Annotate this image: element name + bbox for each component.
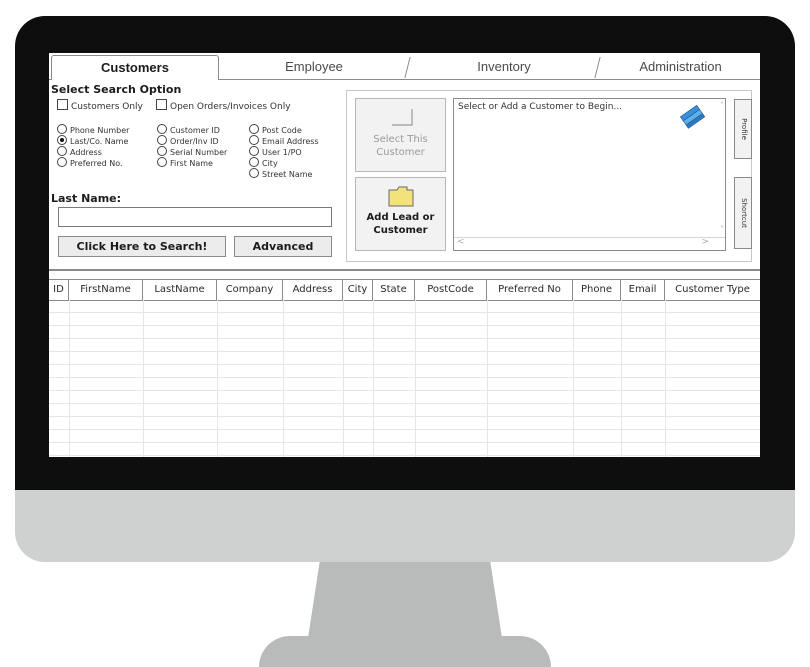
radio-dot — [249, 157, 259, 167]
column-header[interactable]: PostCode — [415, 280, 487, 300]
scroll-up-icon[interactable]: ˄ — [720, 101, 724, 110]
grid-line — [665, 300, 666, 457]
radio-dot — [249, 168, 259, 178]
radio-preferred-no[interactable]: Preferred No. — [57, 157, 123, 168]
radio-post-code[interactable]: Post Code — [249, 124, 302, 135]
monitor-stand-base — [259, 636, 551, 667]
radio-order-inv-id[interactable]: Order/Inv ID — [157, 135, 219, 146]
horizontal-scrollbar[interactable]: < > — [454, 237, 725, 250]
scroll-right-icon[interactable]: > — [701, 237, 709, 247]
radio-dot — [249, 135, 259, 145]
add-lead-button[interactable]: Add Lead or Customer — [355, 177, 446, 251]
radio-city[interactable]: City — [249, 157, 278, 168]
column-header[interactable]: FirstName — [69, 280, 143, 300]
radio-dot — [157, 124, 167, 134]
radio-dot — [57, 146, 67, 156]
scroll-left-icon[interactable]: < — [457, 237, 465, 247]
grid-line — [69, 300, 70, 457]
search-field-label: Last Name: — [51, 192, 122, 205]
radio-customer-id[interactable]: Customer ID — [157, 124, 220, 135]
grid-line — [621, 300, 622, 457]
monitor-chin — [15, 490, 795, 562]
last-name-input[interactable] — [58, 207, 332, 227]
column-header[interactable]: Email — [621, 280, 665, 300]
column-header[interactable]: State — [373, 280, 415, 300]
radio-dot — [157, 146, 167, 156]
column-header[interactable]: Phone — [573, 280, 621, 300]
side-tab-profile[interactable]: Profile — [734, 99, 752, 159]
checkbox-box — [57, 99, 68, 110]
grid-line — [217, 300, 218, 457]
radio-last-co-name[interactable]: Last/Co. Name — [57, 135, 128, 146]
grid-line — [143, 300, 144, 457]
grid-line — [283, 300, 284, 457]
grid-line — [573, 300, 574, 457]
search-option-title: Select Search Option — [51, 83, 182, 96]
folder-icon — [388, 186, 413, 207]
radio-dot-selected — [57, 135, 67, 145]
open-orders-checkbox[interactable]: Open Orders/Invoices Only — [156, 99, 291, 112]
column-header[interactable]: Preferred No — [487, 280, 573, 300]
column-header[interactable]: City — [343, 280, 373, 300]
select-arrow-icon — [391, 109, 413, 126]
books-icon — [679, 104, 706, 129]
app-screen: Customers Employee Inventory Administrat… — [49, 53, 760, 457]
radio-dot — [57, 157, 67, 167]
grid-line — [415, 300, 416, 457]
radio-email-address[interactable]: Email Address — [249, 135, 319, 146]
radio-street-name[interactable]: Street Name — [249, 168, 312, 179]
column-header[interactable]: Customer Type — [665, 280, 760, 300]
radio-serial-number[interactable]: Serial Number — [157, 146, 227, 157]
radio-dot — [157, 157, 167, 167]
grid-header: ID FirstName LastName Company Address Ci… — [49, 279, 760, 301]
radio-dot — [157, 135, 167, 145]
radio-dot — [249, 124, 259, 134]
grid-line — [343, 300, 344, 457]
select-customer-button[interactable]: Select This Customer — [355, 98, 446, 172]
grid-body[interactable] — [49, 300, 760, 457]
column-header[interactable]: Address — [283, 280, 343, 300]
side-tab-shortcut[interactable]: Shortcut — [734, 177, 752, 249]
column-header[interactable]: Company — [217, 280, 283, 300]
main-tabs: Customers Employee Inventory Administrat… — [49, 53, 760, 80]
grid-line — [487, 300, 488, 457]
radio-address[interactable]: Address — [57, 146, 102, 157]
grid-line — [373, 300, 374, 457]
monitor-stand-neck — [308, 562, 502, 638]
tab-administration[interactable]: Administration — [601, 55, 760, 78]
search-button[interactable]: Click Here to Search! — [58, 236, 226, 257]
customers-only-checkbox[interactable]: Customers Only — [57, 99, 143, 112]
message-box: Select or Add a Customer to Begin... ˄ ˅… — [453, 98, 726, 251]
scroll-down-icon[interactable]: ˅ — [720, 225, 724, 234]
message-text: Select or Add a Customer to Begin... — [458, 102, 623, 112]
radio-first-name[interactable]: First Name — [157, 157, 213, 168]
customer-grid: ID FirstName LastName Company Address Ci… — [49, 269, 760, 457]
advanced-button[interactable]: Advanced — [234, 236, 332, 257]
checkbox-box — [156, 99, 167, 110]
column-header[interactable]: ID — [49, 280, 69, 300]
radio-phone-number[interactable]: Phone Number — [57, 124, 129, 135]
tab-employee[interactable]: Employee — [221, 55, 407, 78]
column-header[interactable]: LastName — [143, 280, 217, 300]
radio-dot — [57, 124, 67, 134]
tab-customers[interactable]: Customers — [51, 55, 219, 80]
radio-dot — [249, 146, 259, 156]
radio-user1-po[interactable]: User 1/PO — [249, 146, 302, 157]
tab-inventory[interactable]: Inventory — [411, 55, 597, 78]
